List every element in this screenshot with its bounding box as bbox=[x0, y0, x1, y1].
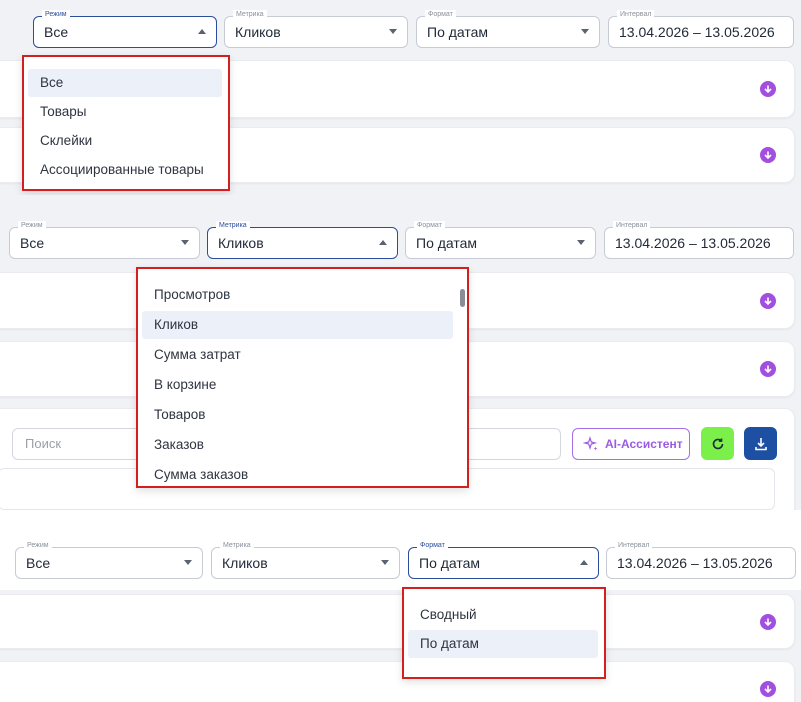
metric-value: Кликов bbox=[222, 555, 268, 571]
search-placeholder: Поиск bbox=[25, 436, 62, 451]
mode-select[interactable]: Режим Все bbox=[15, 541, 203, 579]
interval-value: 13.04.2026 – 13.05.2026 bbox=[615, 235, 771, 251]
metric-select[interactable]: Метрика Кликов bbox=[211, 541, 400, 579]
refresh-button[interactable] bbox=[701, 427, 734, 460]
interval-value: 13.04.2026 – 13.05.2026 bbox=[619, 24, 775, 40]
sparkle-icon bbox=[583, 436, 598, 451]
format-dropdown-menu: Сводный По датам bbox=[402, 587, 606, 679]
scrollbar-thumb[interactable] bbox=[460, 289, 465, 307]
metric-value: Кликов bbox=[235, 24, 281, 40]
mode-option[interactable]: Склейки bbox=[28, 127, 222, 155]
mode-value: Все bbox=[20, 235, 45, 251]
metric-option[interactable]: Товаров bbox=[142, 401, 453, 429]
mode-select[interactable]: Режим Все bbox=[9, 221, 200, 259]
interval-value: 13.04.2026 – 13.05.2026 bbox=[617, 555, 773, 571]
arrow-down-circle-icon[interactable] bbox=[760, 613, 776, 630]
format-select[interactable]: Формат По датам bbox=[416, 10, 600, 48]
download-icon bbox=[754, 437, 767, 450]
metric-dropdown-menu: Просмотров Кликов Сумма затрат В корзине… bbox=[136, 267, 469, 488]
report-card bbox=[0, 661, 795, 702]
arrow-down-circle-icon[interactable] bbox=[760, 292, 776, 309]
chevron-down-icon bbox=[181, 240, 189, 245]
chevron-down-icon bbox=[577, 240, 585, 245]
mode-option[interactable]: Ассоциированные товары bbox=[28, 156, 222, 184]
metric-select[interactable]: Метрика Кликов bbox=[224, 10, 408, 48]
chevron-down-icon bbox=[381, 560, 389, 565]
panel-format-dropdown: Режим Все Метрика Кликов Формат По датам… bbox=[0, 510, 801, 702]
metric-option[interactable]: Сумма заказов bbox=[142, 461, 453, 489]
metric-option[interactable]: Просмотров bbox=[142, 281, 453, 309]
chevron-down-icon bbox=[184, 560, 192, 565]
mode-option[interactable]: Товары bbox=[28, 98, 222, 126]
chevron-up-icon bbox=[198, 29, 206, 34]
interval-field[interactable]: Интервал 13.04.2026 – 13.05.2026 bbox=[604, 221, 794, 259]
format-option[interactable]: По датам bbox=[408, 630, 598, 658]
arrow-down-circle-icon[interactable] bbox=[760, 361, 776, 377]
panel-mode-dropdown: Режим Все Метрика Кликов Формат По датам… bbox=[0, 0, 801, 195]
format-select[interactable]: Формат По датам bbox=[408, 541, 599, 579]
interval-field[interactable]: Интервал 13.04.2026 – 13.05.2026 bbox=[608, 10, 794, 48]
mode-value: Все bbox=[44, 24, 69, 40]
panel-metric-dropdown: Режим Все Метрика Кликов Формат По датам… bbox=[0, 195, 801, 510]
mode-dropdown-menu: Все Товары Склейки Ассоциированные товар… bbox=[22, 55, 230, 191]
metric-option[interactable]: Сумма затрат bbox=[142, 341, 453, 369]
format-value: По датам bbox=[416, 235, 478, 251]
metric-option[interactable]: В корзине bbox=[142, 371, 453, 399]
chevron-down-icon bbox=[581, 29, 589, 34]
chevron-up-icon bbox=[580, 560, 588, 565]
metric-option[interactable]: Заказов bbox=[142, 431, 453, 459]
arrow-down-circle-icon[interactable] bbox=[760, 680, 776, 697]
format-value: По датам bbox=[427, 24, 489, 40]
metric-select[interactable]: Метрика Кликов bbox=[207, 221, 398, 259]
ai-assistant-button[interactable]: AI-Ассистент bbox=[572, 428, 690, 460]
ai-assistant-label: AI-Ассистент bbox=[605, 437, 683, 451]
report-card bbox=[0, 594, 795, 649]
mode-select[interactable]: Режим Все bbox=[33, 10, 217, 48]
arrow-down-circle-icon[interactable] bbox=[760, 81, 776, 97]
metric-value: Кликов bbox=[218, 235, 264, 251]
mode-option[interactable]: Все bbox=[28, 69, 222, 97]
format-option[interactable]: Сводный bbox=[408, 601, 598, 629]
mode-value: Все bbox=[26, 555, 51, 571]
download-button[interactable] bbox=[744, 427, 777, 460]
interval-field[interactable]: Интервал 13.04.2026 – 13.05.2026 bbox=[606, 541, 796, 579]
format-value: По датам bbox=[419, 555, 481, 571]
format-select[interactable]: Формат По датам bbox=[405, 221, 596, 259]
arrow-down-circle-icon[interactable] bbox=[760, 147, 776, 163]
chevron-down-icon bbox=[389, 29, 397, 34]
chevron-up-icon bbox=[379, 240, 387, 245]
metric-option[interactable]: Кликов bbox=[142, 311, 453, 339]
refresh-icon bbox=[712, 438, 723, 449]
